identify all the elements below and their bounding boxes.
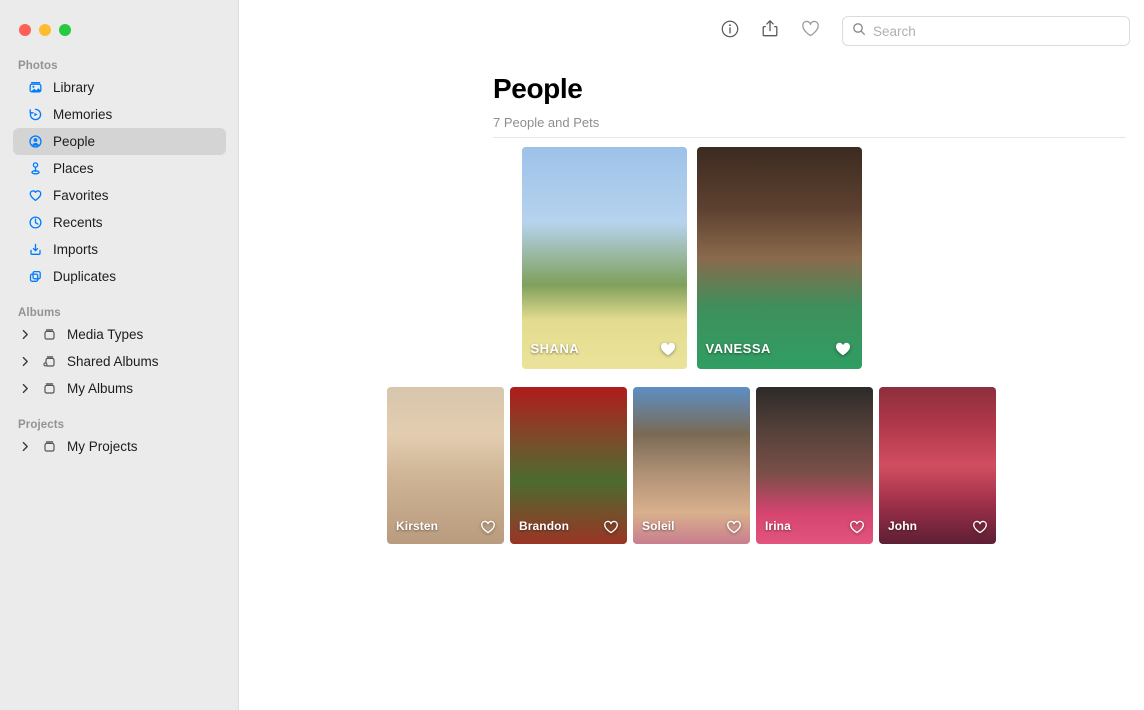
clock-icon bbox=[27, 214, 44, 231]
favorite-badge-icon[interactable] bbox=[726, 519, 742, 535]
sidebar-item-label: Imports bbox=[53, 242, 98, 257]
sidebar-item-imports[interactable]: Imports bbox=[13, 236, 226, 263]
chevron-right-icon[interactable] bbox=[18, 441, 32, 452]
sidebar-item-label: People bbox=[53, 134, 95, 149]
sidebar-group-photos: Photos Library Memories People bbox=[0, 60, 238, 290]
album-icon bbox=[41, 326, 58, 343]
page-title: People bbox=[493, 72, 1144, 106]
album-icon bbox=[41, 438, 58, 455]
share-icon bbox=[760, 18, 780, 44]
info-icon bbox=[720, 19, 740, 44]
favorite-button[interactable] bbox=[790, 16, 830, 46]
chevron-right-icon[interactable] bbox=[18, 329, 32, 340]
header-divider bbox=[493, 137, 1126, 138]
sidebar-item-shared-albums[interactable]: Shared Albums bbox=[13, 348, 226, 375]
close-button[interactable] bbox=[19, 24, 31, 36]
people-icon bbox=[27, 133, 44, 150]
person-name: SHANA bbox=[531, 341, 580, 356]
sidebar-item-my-projects[interactable]: My Projects bbox=[13, 433, 226, 460]
sidebar-item-library[interactable]: Library bbox=[13, 74, 226, 101]
favorite-badge-icon[interactable] bbox=[972, 519, 988, 535]
sidebar-item-places[interactable]: Places bbox=[13, 155, 226, 182]
imports-icon bbox=[27, 241, 44, 258]
page-subtitle: 7 People and Pets bbox=[493, 115, 1144, 130]
person-name: John bbox=[888, 519, 917, 533]
sidebar-item-memories[interactable]: Memories bbox=[13, 101, 226, 128]
chevron-right-icon[interactable] bbox=[18, 383, 32, 394]
album-icon bbox=[41, 380, 58, 397]
library-icon bbox=[27, 79, 44, 96]
person-name: Brandon bbox=[519, 519, 569, 533]
info-button[interactable] bbox=[710, 16, 750, 46]
window-controls bbox=[0, 0, 238, 36]
page-header: People 7 People and Pets bbox=[239, 62, 1144, 130]
sidebar-item-duplicates[interactable]: Duplicates bbox=[13, 263, 226, 290]
sidebar-item-label: Places bbox=[53, 161, 94, 176]
search-field[interactable]: Search bbox=[842, 16, 1130, 46]
sidebar-item-label: Media Types bbox=[67, 327, 143, 342]
toolbar: Search bbox=[239, 0, 1144, 62]
person-tile[interactable]: John bbox=[879, 387, 996, 544]
sidebar-item-label: Memories bbox=[53, 107, 112, 122]
memories-icon bbox=[27, 106, 44, 123]
sidebar-item-recents[interactable]: Recents bbox=[13, 209, 226, 236]
person-name: Soleil bbox=[642, 519, 675, 533]
person-tile[interactable]: Irina bbox=[756, 387, 873, 544]
favorite-badge-icon[interactable] bbox=[603, 519, 619, 535]
person-tile[interactable]: Brandon bbox=[510, 387, 627, 544]
sidebar-item-favorites[interactable]: Favorites bbox=[13, 182, 226, 209]
sidebar-item-label: My Albums bbox=[67, 381, 133, 396]
sidebar-group-projects: Projects My Projects bbox=[0, 419, 238, 460]
sidebar-group-albums: Albums Media Types Shared Albums bbox=[0, 307, 238, 402]
person-photo bbox=[697, 147, 862, 369]
sidebar-section-projects: Projects bbox=[0, 419, 238, 433]
person-name: Irina bbox=[765, 519, 791, 533]
other-people-row: Kirsten Brandon Soleil bbox=[239, 387, 1144, 544]
person-tile[interactable]: Kirsten bbox=[387, 387, 504, 544]
photos-window: Photos Library Memories People bbox=[0, 0, 1144, 710]
sidebar: Photos Library Memories People bbox=[0, 0, 239, 710]
sidebar-item-label: My Projects bbox=[67, 439, 138, 454]
favorite-icon bbox=[800, 19, 821, 44]
sidebar-item-label: Library bbox=[53, 80, 94, 95]
minimize-button[interactable] bbox=[39, 24, 51, 36]
sidebar-section-albums: Albums bbox=[0, 307, 238, 321]
search-placeholder: Search bbox=[873, 24, 916, 39]
person-name: Kirsten bbox=[396, 519, 438, 533]
main-content: Search People 7 People and Pets SHANA VA… bbox=[239, 0, 1144, 710]
featured-people-row: SHANA VANESSA bbox=[239, 147, 1144, 369]
person-photo bbox=[522, 147, 687, 369]
search-icon bbox=[852, 22, 866, 41]
person-tile[interactable]: Soleil bbox=[633, 387, 750, 544]
sidebar-item-people[interactable]: People bbox=[13, 128, 226, 155]
favorite-badge-icon[interactable] bbox=[480, 519, 496, 535]
sidebar-item-label: Favorites bbox=[53, 188, 109, 203]
sidebar-item-label: Recents bbox=[53, 215, 103, 230]
sidebar-section-photos: Photos bbox=[0, 60, 238, 74]
places-icon bbox=[27, 160, 44, 177]
duplicates-icon bbox=[27, 268, 44, 285]
sidebar-item-label: Shared Albums bbox=[67, 354, 159, 369]
zoom-button[interactable] bbox=[59, 24, 71, 36]
people-grid: SHANA VANESSA Kirsten bbox=[239, 147, 1144, 544]
share-button[interactable] bbox=[750, 16, 790, 46]
shared-album-icon bbox=[41, 353, 58, 370]
sidebar-item-label: Duplicates bbox=[53, 269, 116, 284]
heart-icon bbox=[27, 187, 44, 204]
person-name: VANESSA bbox=[706, 341, 771, 356]
sidebar-item-my-albums[interactable]: My Albums bbox=[13, 375, 226, 402]
person-tile[interactable]: VANESSA bbox=[697, 147, 862, 369]
sidebar-item-media-types[interactable]: Media Types bbox=[13, 321, 226, 348]
favorite-badge-icon[interactable] bbox=[849, 519, 865, 535]
favorite-badge-icon[interactable] bbox=[659, 340, 677, 358]
favorite-badge-icon[interactable] bbox=[834, 340, 852, 358]
chevron-right-icon[interactable] bbox=[18, 356, 32, 367]
person-tile[interactable]: SHANA bbox=[522, 147, 687, 369]
